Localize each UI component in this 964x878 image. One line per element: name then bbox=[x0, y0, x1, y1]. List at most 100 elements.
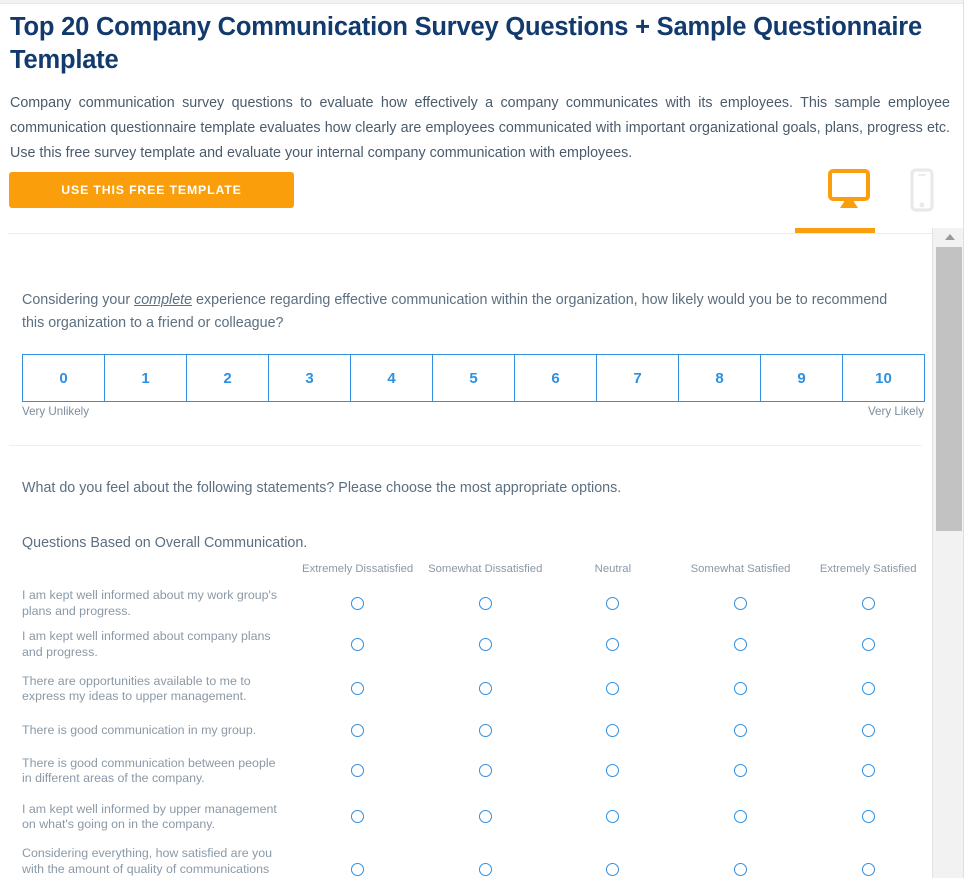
radio-button[interactable] bbox=[606, 682, 620, 696]
matrix-cell-0-1[interactable] bbox=[421, 583, 549, 624]
matrix-cell-6-3[interactable] bbox=[677, 841, 805, 878]
nps-option-5[interactable]: 5 bbox=[432, 354, 515, 402]
matrix-cell-4-4[interactable] bbox=[804, 749, 932, 793]
nps-scale: 0 1 2 3 4 5 6 7 8 9 10 bbox=[22, 354, 925, 402]
matrix-cell-3-1[interactable] bbox=[421, 713, 549, 749]
radio-button[interactable] bbox=[351, 810, 365, 824]
matrix-statement-4: There is good communication between peop… bbox=[22, 755, 276, 786]
survey-preview-panel: Considering your complete experience reg… bbox=[0, 234, 932, 878]
nps-question-emphasis: complete bbox=[134, 292, 193, 308]
matrix-cell-4-0[interactable] bbox=[294, 749, 422, 793]
radio-button[interactable] bbox=[734, 862, 748, 876]
matrix-cell-4-3[interactable] bbox=[677, 749, 805, 793]
mobile-preview-button[interactable] bbox=[908, 168, 936, 212]
matrix-cell-4-2[interactable] bbox=[549, 749, 677, 793]
matrix-cell-3-4[interactable] bbox=[804, 713, 932, 749]
nps-option-10[interactable]: 10 bbox=[842, 354, 925, 402]
radio-button[interactable] bbox=[351, 682, 365, 696]
radio-button[interactable] bbox=[861, 637, 875, 651]
desktop-preview-button[interactable] bbox=[826, 168, 872, 212]
radio-button[interactable] bbox=[478, 637, 492, 651]
matrix-cell-2-4[interactable] bbox=[804, 665, 932, 713]
radio-button[interactable] bbox=[478, 862, 492, 876]
radio-button[interactable] bbox=[351, 862, 365, 876]
nps-low-label: Very Unlikely bbox=[22, 405, 90, 418]
matrix-statement-header bbox=[0, 561, 294, 583]
radio-button[interactable] bbox=[606, 724, 620, 738]
scroll-up-button[interactable] bbox=[936, 228, 964, 245]
radio-button[interactable] bbox=[606, 596, 620, 610]
radio-button[interactable] bbox=[478, 682, 492, 696]
radio-button[interactable] bbox=[861, 810, 875, 824]
preview-scrollbar[interactable] bbox=[932, 228, 964, 878]
nps-option-0[interactable]: 0 bbox=[22, 354, 105, 402]
radio-button[interactable] bbox=[606, 637, 620, 651]
radio-button[interactable] bbox=[861, 724, 875, 738]
matrix-cell-4-1[interactable] bbox=[421, 749, 549, 793]
matrix-statement-1: I am kept well informed about company pl… bbox=[22, 629, 271, 659]
matrix-cell-1-0[interactable] bbox=[294, 624, 422, 665]
matrix-cell-2-2[interactable] bbox=[549, 665, 677, 713]
page-header: Top 20 Company Communication Survey Ques… bbox=[0, 4, 950, 166]
radio-button[interactable] bbox=[861, 862, 875, 876]
radio-button[interactable] bbox=[478, 724, 492, 738]
radio-button[interactable] bbox=[351, 764, 365, 778]
use-this-free-template-button[interactable]: USE THIS FREE TEMPLATE bbox=[9, 172, 294, 208]
matrix-cell-1-4[interactable] bbox=[804, 624, 932, 665]
matrix-cell-0-0[interactable] bbox=[294, 583, 422, 624]
matrix-cell-5-2[interactable] bbox=[549, 793, 677, 841]
matrix-cell-1-3[interactable] bbox=[677, 624, 805, 665]
matrix-cell-2-1[interactable] bbox=[421, 665, 549, 713]
radio-button[interactable] bbox=[734, 637, 748, 651]
radio-button[interactable] bbox=[351, 637, 365, 651]
matrix-col-header-4: Extremely Satisfied bbox=[819, 563, 917, 575]
matrix-header-row: Extremely Dissatisfied Somewhat Dissatis… bbox=[0, 561, 932, 583]
radio-button[interactable] bbox=[734, 764, 748, 778]
matrix-cell-1-1[interactable] bbox=[421, 624, 549, 665]
scrollbar-thumb[interactable] bbox=[936, 247, 962, 531]
matrix-cell-0-4[interactable] bbox=[804, 583, 932, 624]
matrix-cell-2-3[interactable] bbox=[677, 665, 805, 713]
matrix-cell-2-0[interactable] bbox=[294, 665, 422, 713]
radio-button[interactable] bbox=[734, 682, 748, 696]
matrix-cell-0-3[interactable] bbox=[677, 583, 805, 624]
matrix-cell-6-2[interactable] bbox=[549, 841, 677, 878]
radio-button[interactable] bbox=[861, 596, 875, 610]
nps-option-1[interactable]: 1 bbox=[104, 354, 187, 402]
radio-button[interactable] bbox=[734, 810, 748, 824]
matrix-cell-3-3[interactable] bbox=[677, 713, 805, 749]
matrix-cell-3-2[interactable] bbox=[549, 713, 677, 749]
radio-button[interactable] bbox=[478, 764, 492, 778]
matrix-cell-0-2[interactable] bbox=[549, 583, 677, 624]
matrix-cell-6-0[interactable] bbox=[294, 841, 422, 878]
matrix-cell-1-2[interactable] bbox=[549, 624, 677, 665]
matrix-cell-3-0[interactable] bbox=[294, 713, 422, 749]
nps-option-8[interactable]: 8 bbox=[678, 354, 761, 402]
desktop-icon bbox=[826, 169, 872, 215]
radio-button[interactable] bbox=[861, 764, 875, 778]
nps-option-4[interactable]: 4 bbox=[350, 354, 433, 402]
nps-option-9[interactable]: 9 bbox=[760, 354, 843, 402]
radio-button[interactable] bbox=[606, 764, 620, 778]
matrix-cell-5-3[interactable] bbox=[677, 793, 805, 841]
table-row: There is good communication in my group. bbox=[0, 713, 932, 749]
radio-button[interactable] bbox=[861, 682, 875, 696]
matrix-cell-6-1[interactable] bbox=[421, 841, 549, 878]
nps-option-6[interactable]: 6 bbox=[514, 354, 597, 402]
matrix-cell-5-4[interactable] bbox=[804, 793, 932, 841]
radio-button[interactable] bbox=[478, 810, 492, 824]
radio-button[interactable] bbox=[606, 862, 620, 876]
radio-button[interactable] bbox=[606, 810, 620, 824]
nps-option-7[interactable]: 7 bbox=[596, 354, 679, 402]
nps-option-2[interactable]: 2 bbox=[186, 354, 269, 402]
radio-button[interactable] bbox=[478, 596, 492, 610]
nps-option-3[interactable]: 3 bbox=[268, 354, 351, 402]
nps-high-label: Very Likely bbox=[867, 405, 924, 418]
radio-button[interactable] bbox=[351, 596, 365, 610]
matrix-cell-5-1[interactable] bbox=[421, 793, 549, 841]
radio-button[interactable] bbox=[734, 724, 748, 738]
matrix-cell-6-4[interactable] bbox=[804, 841, 932, 878]
radio-button[interactable] bbox=[734, 596, 748, 610]
matrix-cell-5-0[interactable] bbox=[294, 793, 422, 841]
radio-button[interactable] bbox=[351, 724, 365, 738]
